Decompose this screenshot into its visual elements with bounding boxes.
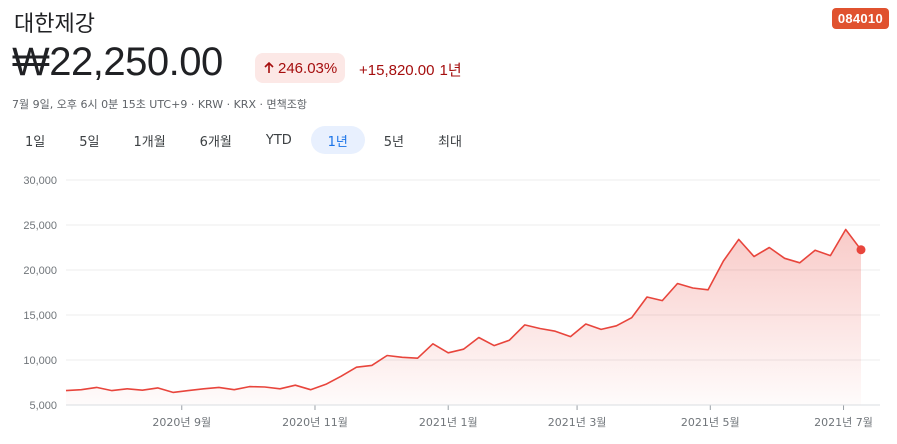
x-tick-label: 2021년 7월 (814, 416, 873, 429)
x-tick-label: 2021년 3월 (548, 416, 607, 429)
tab-range-ytd[interactable]: YTD (251, 126, 307, 154)
quote-meta: 7월 9일, 오후 6시 0분 15초 UTC+9 · KRW · KRX · … (12, 98, 307, 111)
range-selector: 1일 5일 1개월 6개월 YTD 1년 5년 최대 (10, 126, 481, 154)
y-tick-label: 5,000 (29, 400, 57, 412)
y-tick-label: 15,000 (23, 310, 57, 322)
change-percent: 246.03% (278, 59, 338, 77)
x-tick-label: 2020년 11월 (282, 416, 348, 429)
tab-range-6m[interactable]: 6개월 (185, 126, 247, 154)
tab-range-5d[interactable]: 5일 (64, 126, 114, 154)
tab-range-1d[interactable]: 1일 (10, 126, 60, 154)
tab-range-1y[interactable]: 1년 (310, 126, 365, 154)
ticker-badge[interactable]: 084010 (831, 8, 889, 29)
price-area (66, 229, 861, 405)
x-tick-label: 2021년 5월 (681, 416, 740, 429)
current-price-marker (856, 245, 866, 255)
y-tick-label: 25,000 (23, 220, 57, 232)
change-percent-badge: 246.03% (255, 53, 346, 83)
x-tick-label: 2020년 9월 (152, 416, 211, 429)
y-tick-label: 30,000 (23, 175, 57, 187)
arrow-up-icon (264, 62, 274, 73)
change-absolute: +15,820.00 (359, 62, 435, 79)
change-absolute-group: +15,820.00 1년 (359, 59, 467, 80)
tab-range-max[interactable]: 최대 (423, 126, 477, 154)
change-period: 1년 (439, 62, 462, 79)
y-tick-label: 10,000 (23, 355, 57, 367)
tab-range-1m[interactable]: 1개월 (118, 126, 180, 154)
company-name: 대한제강 (14, 12, 95, 37)
tab-range-5y[interactable]: 5년 (369, 126, 419, 154)
current-price: ₩22,250.00 (12, 40, 223, 84)
y-tick-label: 20,000 (23, 265, 57, 277)
price-chart[interactable]: 30,000 25,000 20,000 15,000 10,000 5,000 2020년… (0, 165, 897, 444)
x-tick-label: 2021년 1월 (419, 416, 478, 429)
